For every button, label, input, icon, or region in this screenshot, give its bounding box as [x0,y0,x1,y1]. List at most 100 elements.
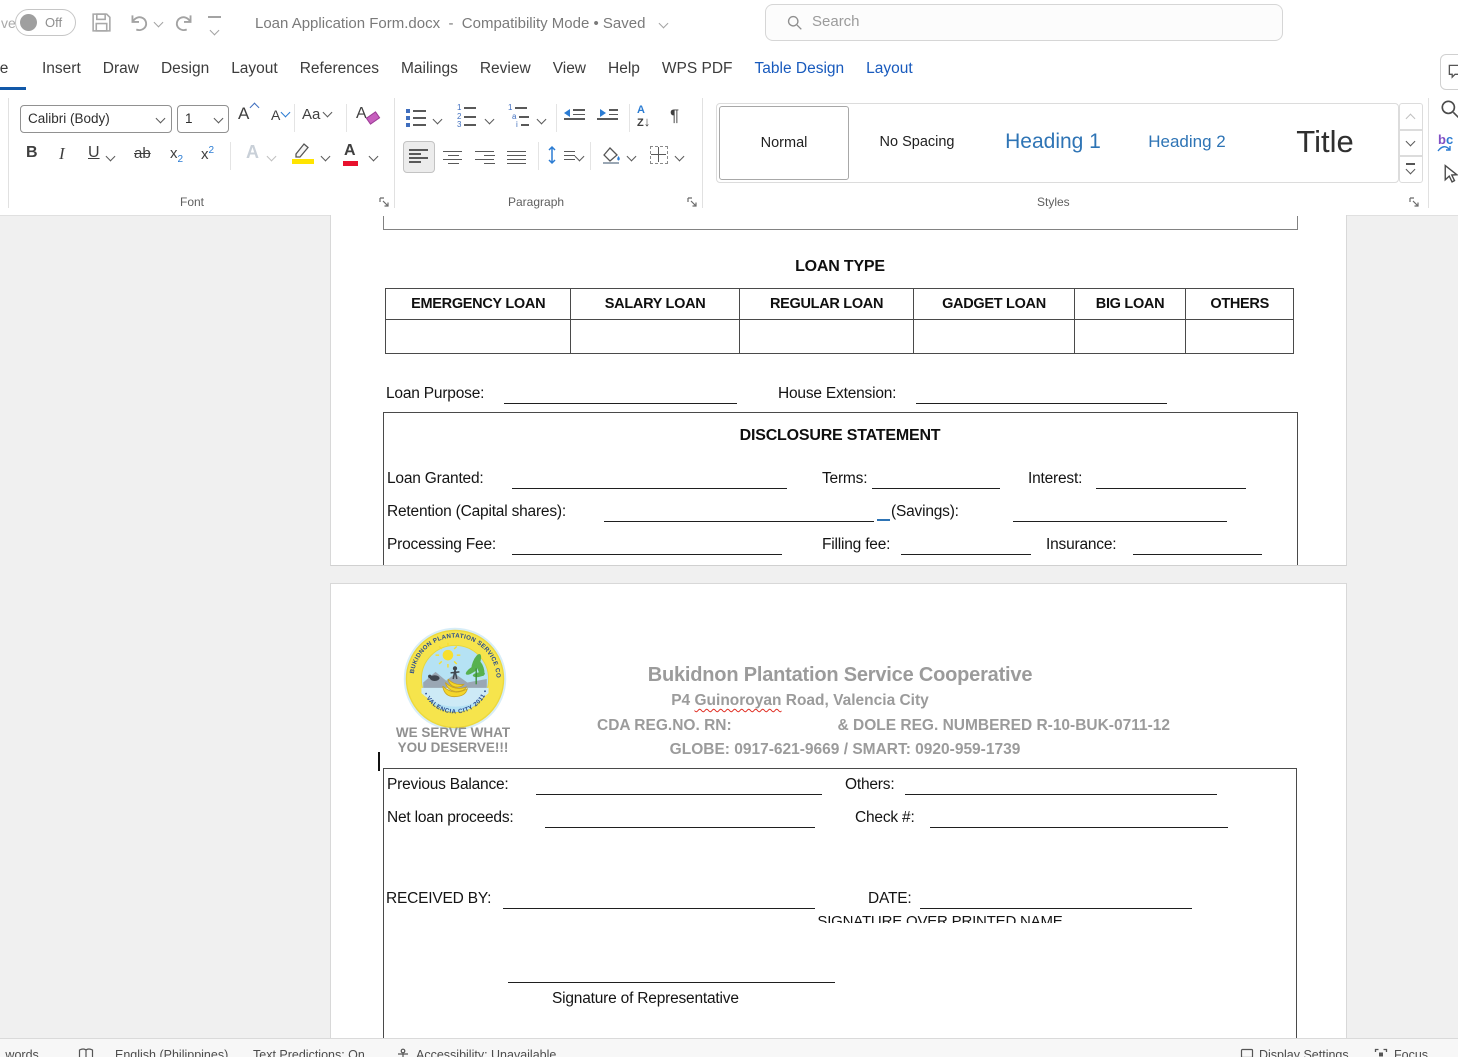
align-right-button[interactable] [475,148,495,167]
superscript-button[interactable]: x2 [201,145,214,163]
loan-cell-empty[interactable] [740,320,914,353]
loan-cell-empty[interactable] [386,320,571,353]
date-label: DATE: [868,890,912,908]
pilcrow-button[interactable]: ¶ [670,106,679,126]
text-effects-button[interactable]: A [246,142,259,163]
select-icon[interactable] [1441,164,1458,189]
tab-home[interactable]: Home [0,60,26,84]
change-case-button[interactable]: Aa [302,106,331,124]
tab-view[interactable]: View [553,60,586,78]
font-dialog-launcher[interactable] [378,195,390,213]
styles-more-button[interactable] [1399,155,1423,183]
justify-button[interactable] [507,148,527,167]
title-dropdown-icon[interactable] [659,19,669,29]
search-box[interactable]: Search [765,4,1283,41]
bold-button[interactable]: B [26,144,38,162]
tab-help[interactable]: Help [608,60,640,78]
loan-cell-empty[interactable] [571,320,739,353]
display-settings-button[interactable]: Display Settings [1259,1048,1349,1057]
style-no-spacing[interactable]: No Spacing [851,106,983,178]
tab-references[interactable]: References [300,60,379,78]
tab-table-layout[interactable]: Layout [866,60,913,78]
styles-scroll-up[interactable] [1399,103,1423,131]
styles-scroll-down[interactable] [1399,129,1423,157]
borders-button[interactable] [650,146,668,164]
tab-mailings[interactable]: Mailings [401,60,458,78]
tab-insert[interactable]: Insert [42,60,81,78]
language-status[interactable]: English (Philippines) [115,1048,228,1057]
font-size-combobox[interactable]: 1 [177,105,229,133]
loan-type-title: LOAN TYPE [383,258,1297,276]
borders-dropdown-icon[interactable] [675,152,685,162]
save-icon[interactable] [90,11,113,39]
savings-line [1013,521,1227,522]
loan-type-table[interactable]: EMERGENCY LOAN SALARY LOAN REGULAR LOAN … [385,288,1294,354]
align-left-button[interactable] [403,141,435,173]
highlight-button[interactable] [292,141,316,163]
shrink-font-button[interactable]: A [271,107,289,125]
tab-wps-pdf[interactable]: WPS PDF [662,60,733,78]
tab-layout[interactable]: Layout [231,60,278,78]
date-line [920,908,1192,909]
dole-reg: & DOLE REG. NUMBERED R-10-BUK-0711-12 [838,717,1170,735]
line-spacing-dropdown-icon[interactable] [575,152,585,162]
savings-label: (Savings): [891,503,959,521]
line-spacing-button[interactable] [546,145,575,170]
paragraph-dialog-launcher[interactable] [686,195,698,213]
redo-icon[interactable] [172,11,196,40]
shading-dropdown-icon[interactable] [627,152,637,162]
find-icon[interactable] [1439,98,1458,125]
undo-dropdown-icon[interactable] [154,18,164,28]
loan-cell-empty[interactable] [1186,320,1293,353]
bullets-dropdown-icon[interactable] [433,115,443,125]
style-heading1[interactable]: Heading 1 [987,106,1119,178]
text-predictions-status[interactable]: Text Predictions: On [253,1048,365,1057]
undo-icon[interactable] [127,11,151,40]
styles-dialog-launcher[interactable] [1408,195,1420,213]
multilevel-list-button[interactable]: 1 a i [508,104,532,130]
accessibility-icon [396,1048,410,1057]
text-effects-dropdown-icon[interactable] [267,152,277,162]
increase-indent-button[interactable] [597,107,619,123]
focus-button[interactable]: Focus [1394,1048,1428,1057]
comments-button[interactable] [1440,54,1458,90]
strikethrough-button[interactable]: ab [134,145,151,162]
clear-formatting-button[interactable]: A [356,105,367,123]
eraser-icon [366,111,380,124]
loan-cell-empty[interactable] [1075,320,1187,353]
loan-cell-empty[interactable] [914,320,1074,353]
tab-design[interactable]: Design [161,60,209,78]
bullets-button[interactable] [406,107,426,130]
qat-customize-icon[interactable] [208,16,221,39]
underline-dropdown-icon[interactable] [106,152,116,162]
sort-button[interactable]: A Z↓ [637,104,650,129]
style-normal[interactable]: Normal [719,106,849,180]
grow-font-button[interactable]: A [238,104,258,124]
shading-button[interactable] [599,144,623,171]
word-count[interactable]: 1 words [0,1048,39,1057]
style-title[interactable]: Title [1255,106,1395,178]
decrease-indent-button[interactable] [564,107,586,123]
tab-table-design[interactable]: Table Design [755,60,845,78]
subscript-button[interactable]: x2 [170,145,183,165]
font-name-combobox[interactable]: Calibri (Body) [20,105,172,133]
accessibility-status[interactable]: Accessibility: Unavailable [416,1048,556,1057]
align-center-button[interactable] [443,148,463,167]
tab-home-selected-underline [0,87,26,90]
font-color-button[interactable]: A [344,142,356,160]
disclosure-title: DISCLOSURE STATEMENT [383,427,1297,445]
numbering-button[interactable]: 1 2 3 [457,104,479,130]
multilevel-dropdown-icon[interactable] [537,115,547,125]
autosave-toggle[interactable]: Off [15,9,76,36]
underline-button[interactable]: U [88,144,100,162]
italic-button[interactable]: I [59,144,65,164]
font-color-dropdown-icon[interactable] [369,152,379,162]
style-heading2[interactable]: Heading 2 [1123,106,1251,178]
tab-review[interactable]: Review [480,60,531,78]
proofing-icon[interactable] [78,1048,94,1057]
search-placeholder: Search [812,13,860,30]
replace-icon[interactable]: bc [1438,132,1453,147]
numbering-dropdown-icon[interactable] [485,115,495,125]
highlight-dropdown-icon[interactable] [321,152,331,162]
tab-draw[interactable]: Draw [103,60,139,78]
